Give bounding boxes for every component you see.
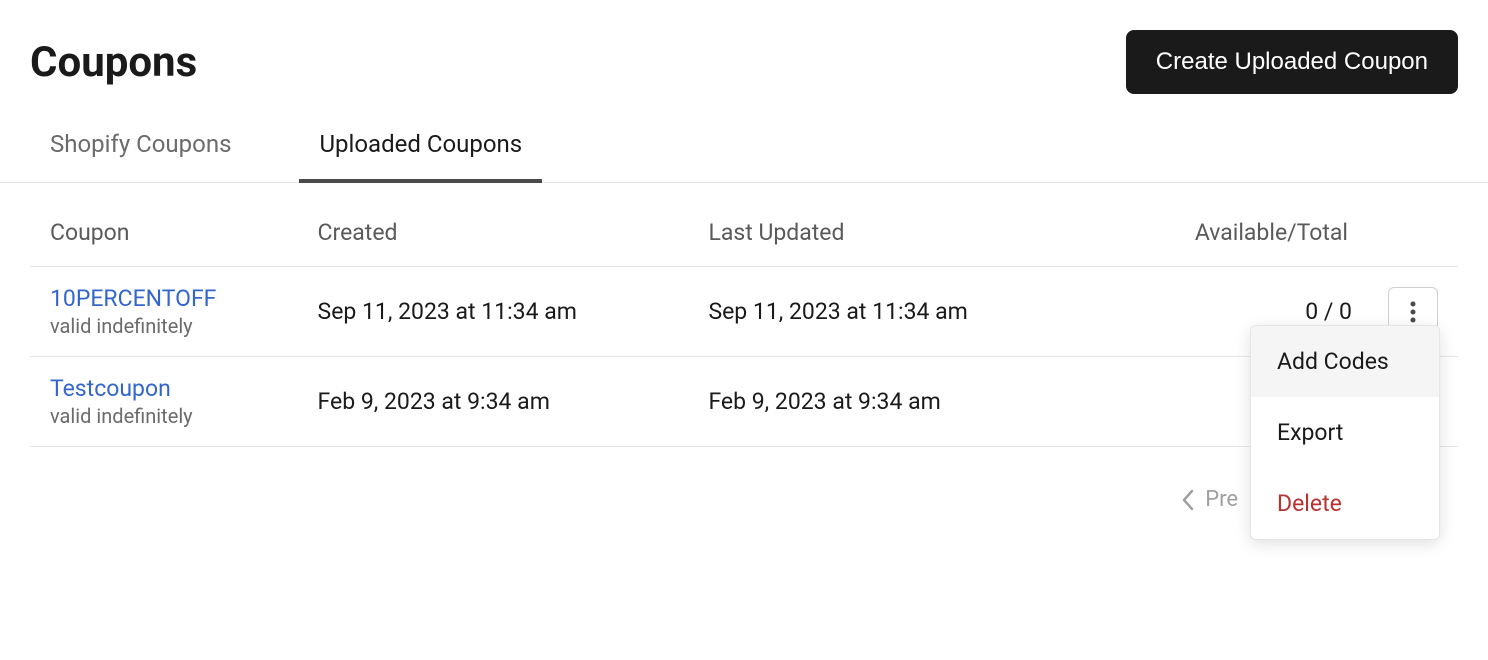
- cell-updated: Sep 11, 2023 at 11:34 am: [692, 267, 1083, 357]
- tabs: Shopify Coupons Uploaded Coupons: [0, 114, 1488, 183]
- row-actions-menu: Add Codes Export Delete: [1250, 325, 1440, 540]
- page-header: Coupons Create Uploaded Coupon: [0, 0, 1488, 114]
- cell-created: Feb 9, 2023 at 9:34 am: [302, 357, 693, 447]
- cell-updated: Feb 9, 2023 at 9:34 am: [692, 357, 1083, 447]
- coupons-table: Coupon Created Last Updated Available/To…: [30, 183, 1458, 447]
- tab-uploaded-coupons[interactable]: Uploaded Coupons: [299, 114, 542, 182]
- coupon-name-link[interactable]: Testcoupon: [50, 375, 171, 402]
- coupons-table-wrap: Coupon Created Last Updated Available/To…: [0, 183, 1488, 447]
- kebab-icon: [1410, 300, 1416, 324]
- col-header-available: Available/Total: [1083, 183, 1458, 267]
- coupon-validity: valid indefinitely: [50, 404, 286, 428]
- col-header-updated: Last Updated: [692, 183, 1083, 267]
- table-row: Testcoupon valid indefinitely Feb 9, 202…: [30, 357, 1458, 447]
- coupon-name-link[interactable]: 10PERCENTOFF: [50, 285, 216, 312]
- cell-created: Sep 11, 2023 at 11:34 am: [302, 267, 693, 357]
- coupon-validity: valid indefinitely: [50, 314, 286, 338]
- chevron-left-icon[interactable]: [1181, 489, 1195, 511]
- col-header-coupon: Coupon: [30, 183, 302, 267]
- create-uploaded-coupon-button[interactable]: Create Uploaded Coupon: [1126, 30, 1458, 94]
- tab-shopify-coupons[interactable]: Shopify Coupons: [30, 114, 251, 182]
- pagination-prev[interactable]: Pre: [1205, 487, 1238, 512]
- menu-item-add-codes[interactable]: Add Codes: [1251, 326, 1439, 397]
- menu-item-delete[interactable]: Delete: [1251, 468, 1439, 539]
- col-header-created: Created: [302, 183, 693, 267]
- cell-available: 0 / 0: [1305, 298, 1352, 325]
- table-row: 10PERCENTOFF valid indefinitely Sep 11, …: [30, 267, 1458, 357]
- menu-item-export[interactable]: Export: [1251, 397, 1439, 468]
- page-title: Coupons: [30, 38, 197, 87]
